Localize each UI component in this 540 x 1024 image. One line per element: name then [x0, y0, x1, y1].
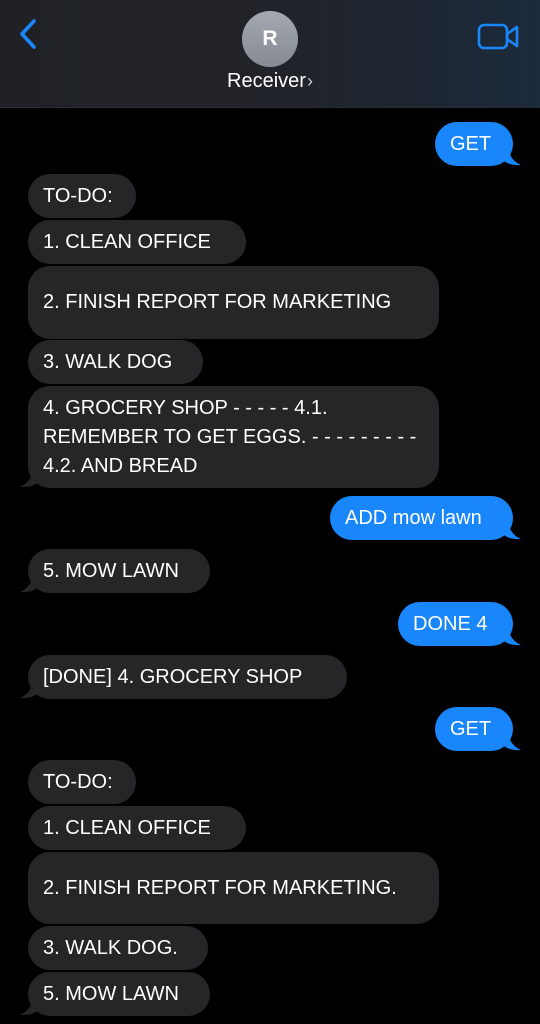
sent-message-bubble[interactable]: GET [435, 707, 521, 751]
received-message-bubble[interactable]: 2. FINISH REPORT FOR MARKETING 3. WALK D… [28, 340, 203, 384]
contact-name-label: Receiver [227, 70, 306, 92]
bubble-tail [20, 466, 40, 488]
message-text: 5. MOW LAWN [43, 559, 179, 582]
message-text: 2. FINISH REPORT FOR MARKETING. [43, 876, 397, 899]
message-text: 5. MOW LAWN [43, 982, 179, 1005]
received-message-bubble[interactable]: 4. GROCERY SHOP - - - - - 4.1. REMEMBER … [20, 386, 439, 488]
message-text: 3. WALK DOG [43, 350, 173, 373]
message-text: GET [450, 717, 492, 740]
message-text: DONE 4 [413, 612, 488, 635]
message-text: 2. FINISH REPORT FOR MARKETING [43, 291, 392, 313]
sent-message-bubble[interactable]: GET [435, 122, 521, 166]
received-message-bubble[interactable]: 5. MOW LAWN [20, 972, 210, 1016]
contact-name[interactable]: Receiver› [0, 70, 540, 93]
message-text: 3. WALK DOG. [43, 936, 178, 959]
avatar-initial: R [262, 27, 278, 50]
sent-message-bubble[interactable]: ADD mow lawn [330, 496, 521, 540]
received-message-bubble[interactable]: 1. CLEAN OFFICE [28, 806, 246, 850]
received-message-bubble[interactable]: 5. MOW LAWN [20, 549, 210, 593]
chevron-left-icon [20, 19, 36, 49]
back-button[interactable] [14, 16, 44, 52]
received-message-bubble[interactable]: 3. WALK DOG. [28, 926, 208, 970]
chevron-right-icon: › [306, 71, 313, 91]
bubble-tail [501, 518, 521, 540]
video-camera-icon [477, 23, 519, 50]
sent-message-bubble[interactable]: DONE 4 [398, 602, 521, 646]
bubble-tail [501, 729, 521, 751]
message-text: 1. CLEAN OFFICE [43, 816, 211, 839]
received-message-bubble[interactable]: TO-DO: [28, 760, 136, 804]
conversation-header: R Receiver› [0, 0, 540, 108]
message-text: [DONE] 4. GROCERY SHOP [43, 665, 303, 688]
bubble-tail [20, 994, 40, 1016]
message-text: TO-DO: [43, 184, 113, 207]
message-text: TO-DO: [43, 770, 113, 793]
received-message-bubble[interactable]: 1. CLEAN OFFICE [28, 220, 246, 264]
bubble-tail [501, 624, 521, 646]
video-call-button[interactable] [477, 22, 521, 52]
avatar[interactable]: R [242, 11, 298, 67]
received-message-bubble[interactable]: 2. FINISH REPORT FOR MARKETING [28, 266, 439, 339]
received-message-bubble[interactable]: TO-DO: [28, 174, 136, 218]
message-text: ADD mow lawn [345, 506, 482, 529]
received-message-bubble[interactable]: [DONE] 4. GROCERY SHOP [20, 655, 347, 699]
bubble-tail [501, 144, 521, 166]
message-text: GET [450, 132, 492, 155]
message-text: 4. GROCERY SHOP - - - - - 4.1. REMEMBER … [43, 396, 417, 477]
received-message-bubble[interactable]: 2. FINISH REPORT FOR MARKETING. [28, 852, 439, 924]
message-text: 1. CLEAN OFFICE [43, 230, 211, 253]
bubble-tail [20, 571, 40, 593]
bubble-tail [20, 677, 40, 699]
